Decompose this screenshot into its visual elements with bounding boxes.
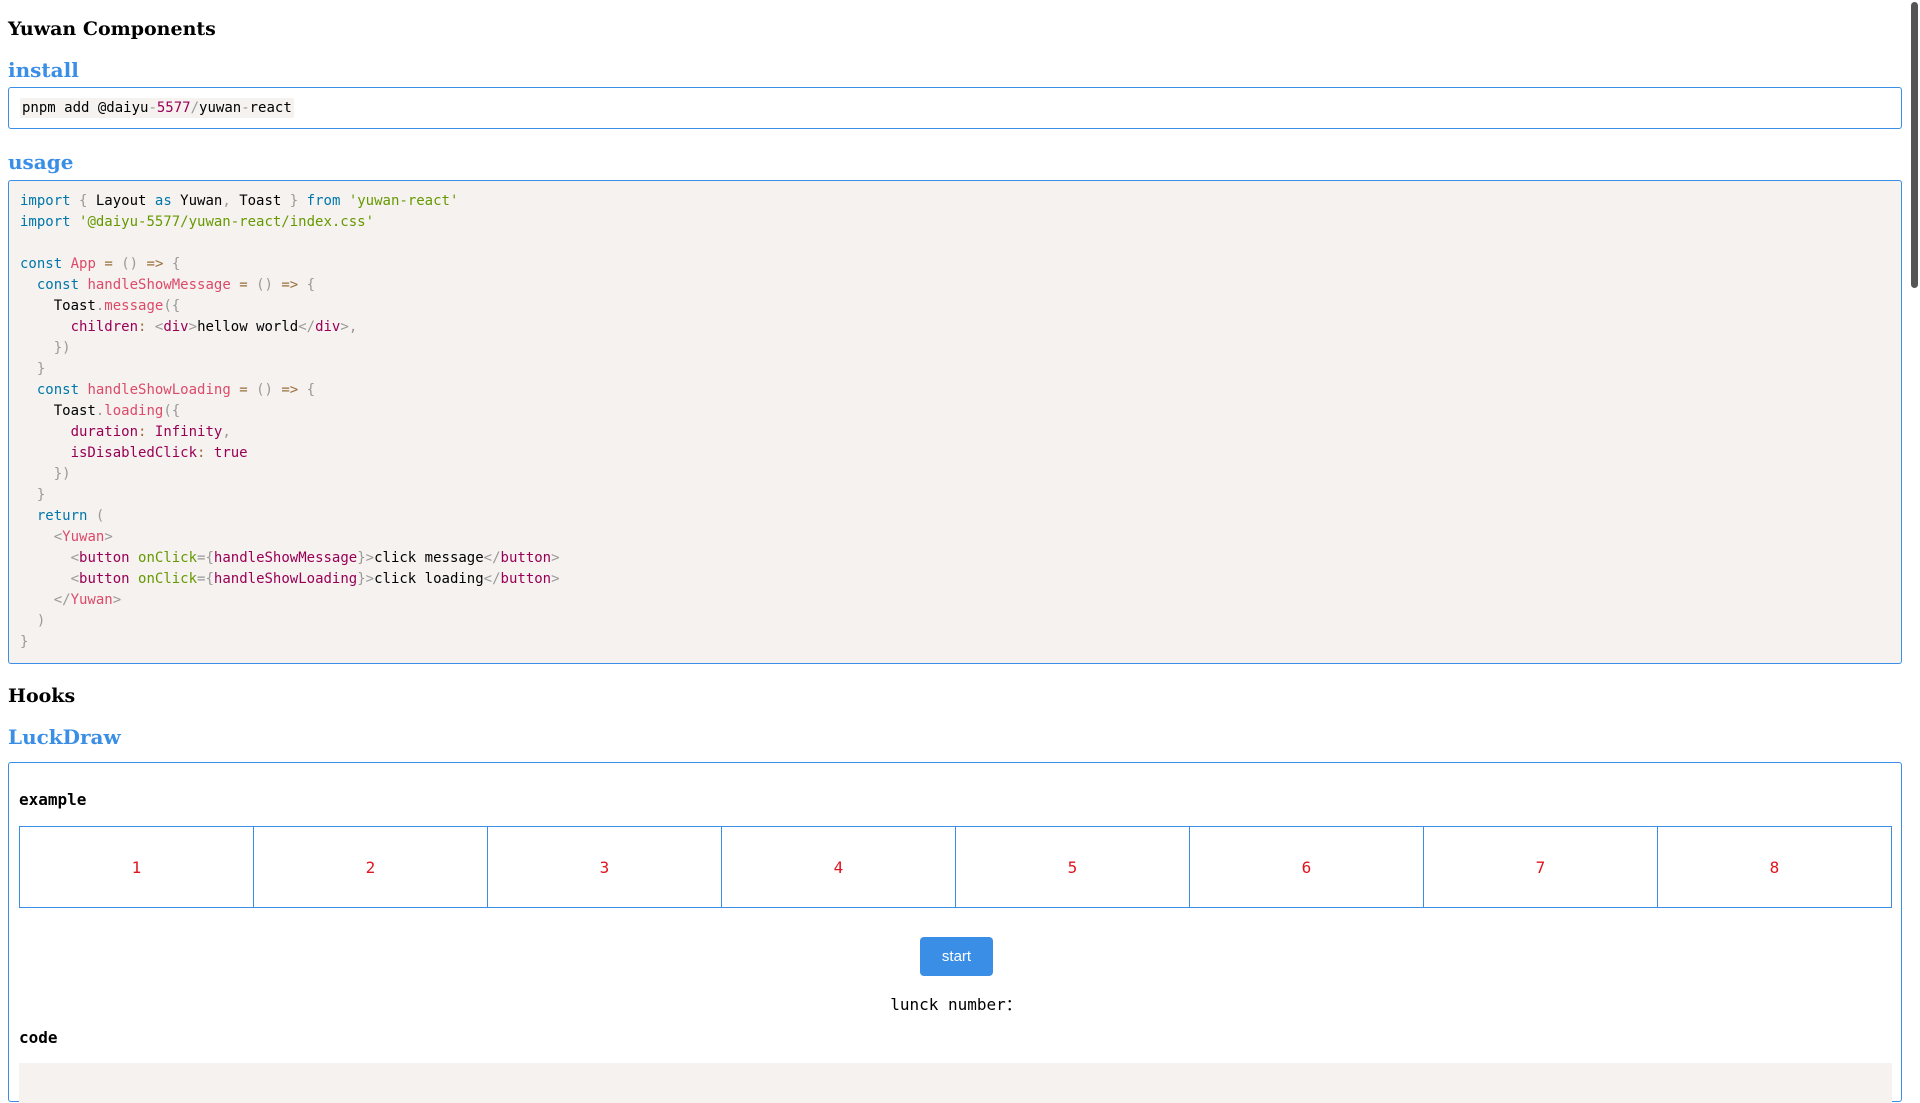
luckdraw-code-block	[19, 1063, 1892, 1103]
install-heading: install	[8, 58, 79, 82]
example-label: example	[19, 790, 87, 809]
luckdraw-heading: LuckDraw	[8, 725, 121, 749]
start-button[interactable]: start	[920, 937, 993, 976]
usage-heading: usage	[8, 150, 74, 174]
luckdraw-cell: 8	[1657, 826, 1892, 908]
usage-code-block: import { Layout as Yuwan, Toast } from '…	[8, 180, 1902, 664]
luckdraw-cell: 5	[955, 826, 1190, 908]
scrollbar-thumb[interactable]	[1911, 2, 1918, 288]
luckdraw-cell: 6	[1189, 826, 1424, 908]
hooks-title: Hooks	[8, 685, 76, 707]
code-label: code	[19, 1028, 58, 1047]
luckdraw-cell: 2	[253, 826, 488, 908]
luckdraw-cell: 1	[19, 826, 254, 908]
luckdraw-cell: 7	[1423, 826, 1658, 908]
luckdraw-box: example 1 2 3 4 5 6 7 8 start lunck numb…	[8, 762, 1902, 1103]
luckdraw-cell: 4	[721, 826, 956, 908]
install-command[interactable]: pnpm add @daiyu-5577/yuwan-react	[20, 98, 294, 118]
usage-code[interactable]: import { Layout as Yuwan, Toast } from '…	[9, 181, 1901, 663]
page-title: Yuwan Components	[8, 18, 216, 40]
install-box: pnpm add @daiyu-5577/yuwan-react	[8, 87, 1902, 129]
lucky-number-text: lunck number：	[890, 995, 1022, 1014]
luckdraw-grid: 1 2 3 4 5 6 7 8	[19, 826, 1892, 908]
page-scrollbar[interactable]	[1908, 0, 1920, 1080]
luckdraw-cell: 3	[487, 826, 722, 908]
